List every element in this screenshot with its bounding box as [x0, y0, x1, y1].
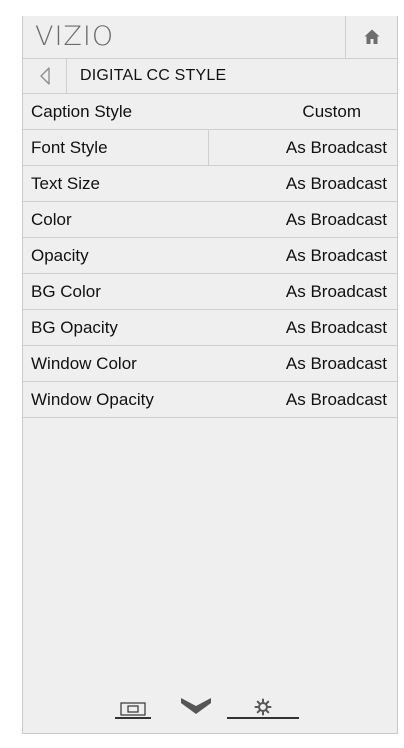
menu-item-font-style[interactable]: Font Style As Broadcast [23, 130, 397, 166]
settings-underline [227, 717, 299, 719]
menu-item-label: Caption Style [31, 102, 133, 121]
menu-item-bg-opacity[interactable]: BG Opacity As Broadcast [23, 310, 397, 346]
menu-item-window-opacity[interactable]: Window Opacity As Broadcast [23, 382, 397, 418]
menu-item-label: Window Opacity [31, 390, 154, 409]
vizio-logo: VIZIO [35, 20, 115, 52]
menu-item-label: Text Size [31, 174, 100, 193]
chevron-down-button[interactable] [178, 692, 214, 716]
home-button[interactable] [345, 16, 397, 58]
menu-item-value: Custom [302, 102, 361, 121]
menu-item-label: Window Color [31, 354, 137, 373]
menu-item-value: As Broadcast [285, 174, 387, 193]
menu-item-value: As Broadcast [285, 138, 387, 157]
page-title: DIGITAL CC STYLE [80, 67, 227, 84]
menu-item-window-color[interactable]: Window Color As Broadcast [23, 346, 397, 382]
row-divider [208, 130, 209, 165]
top-bar: VIZIO [23, 16, 397, 59]
menu-item-value: As Broadcast [285, 354, 387, 373]
menu-item-label: Color [31, 210, 72, 229]
picture-button[interactable] [115, 692, 151, 716]
settings-button[interactable] [237, 690, 289, 716]
menu-item-label: BG Opacity [31, 318, 118, 337]
menu-list: Caption Style Custom Font Style As Broad… [23, 94, 397, 418]
back-arrow-icon [39, 67, 50, 85]
menu-item-value: As Broadcast [285, 246, 387, 265]
breadcrumb: DIGITAL CC STYLE [23, 59, 397, 94]
menu-item-value: As Broadcast [285, 390, 387, 409]
picture-icon [120, 702, 146, 716]
menu-item-value: As Broadcast [285, 210, 387, 229]
menu-item-text-size[interactable]: Text Size As Broadcast [23, 166, 397, 202]
home-icon [364, 29, 379, 44]
menu-item-bg-color[interactable]: BG Color As Broadcast [23, 274, 397, 310]
menu-item-value: As Broadcast [285, 282, 387, 301]
chevron-down-icon [181, 698, 211, 714]
menu-item-label: Opacity [31, 246, 89, 265]
settings-gear-icon [254, 698, 272, 716]
bottom-nav [23, 686, 397, 726]
menu-item-value: As Broadcast [285, 318, 387, 337]
menu-item-color[interactable]: Color As Broadcast [23, 202, 397, 238]
menu-item-caption-style[interactable]: Caption Style Custom [23, 94, 397, 130]
menu-item-label: BG Color [31, 282, 101, 301]
menu-item-label: Font Style [31, 138, 108, 157]
back-button[interactable] [23, 59, 67, 93]
menu-item-opacity[interactable]: Opacity As Broadcast [23, 238, 397, 274]
picture-underline [115, 717, 151, 719]
settings-panel: VIZIO DIGITAL CC STYLE Caption Style Cus… [22, 16, 398, 734]
